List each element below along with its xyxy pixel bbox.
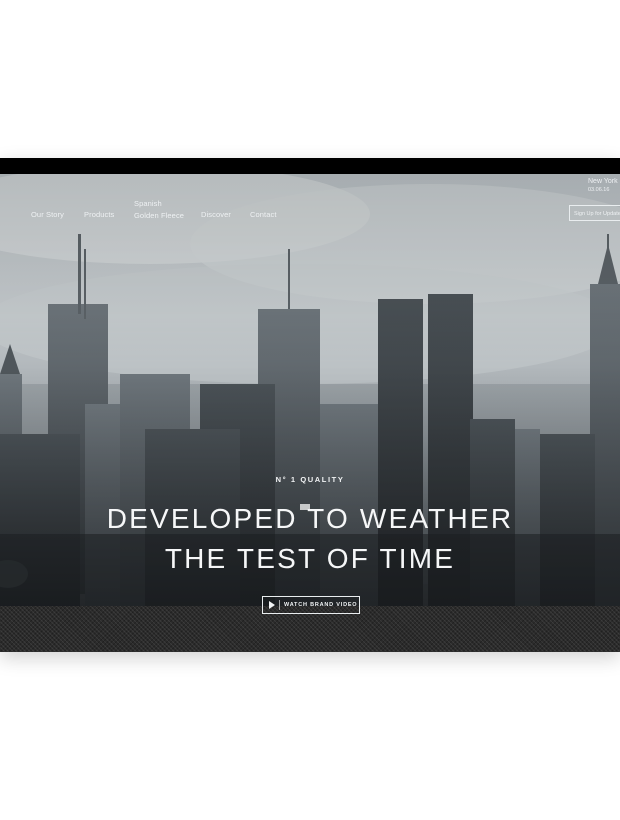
browser-window: Our Story Products Spanish Golden Fleece… xyxy=(0,158,620,652)
nav-item-products[interactable]: Products xyxy=(84,210,114,219)
watch-brand-video-label: WATCH BRAND VIDEO xyxy=(284,602,358,608)
main-navigation: Our Story Products Spanish Golden Fleece… xyxy=(0,174,620,234)
watch-brand-video-button[interactable]: WATCH BRAND VIDEO xyxy=(262,596,360,614)
nav-item-contact[interactable]: Contact xyxy=(250,210,277,219)
location-city: New York xyxy=(588,178,618,185)
signup-button[interactable]: Sign Up for Updates xyxy=(569,205,620,221)
hero-kicker: N° 1 QUALITY xyxy=(275,475,345,484)
hero-section xyxy=(0,174,620,652)
location-widget: New York 03.06.16 xyxy=(588,178,620,193)
hero-headline: DEVELOPED TO WEATHER THE TEST OF TIME xyxy=(0,499,620,579)
nav-item-spanish-line2: Golden Fleece xyxy=(134,211,185,220)
window-top-bar xyxy=(0,158,620,174)
nav-item-our-story[interactable]: Our Story xyxy=(31,210,64,219)
hero-overlay xyxy=(0,174,620,652)
location-date: 03.06.16 xyxy=(588,187,610,193)
hero-headline-line1: DEVELOPED TO WEATHER xyxy=(106,503,514,534)
nav-item-discover[interactable]: Discover xyxy=(201,210,231,219)
play-icon xyxy=(269,601,275,609)
nav-item-spanish-line1: Spanish xyxy=(134,199,162,208)
button-divider xyxy=(279,600,280,610)
hero-headline-line2: THE TEST OF TIME xyxy=(164,543,456,574)
nav-item-spanish-golden-fleece[interactable]: Spanish Golden Fleece xyxy=(134,198,184,222)
